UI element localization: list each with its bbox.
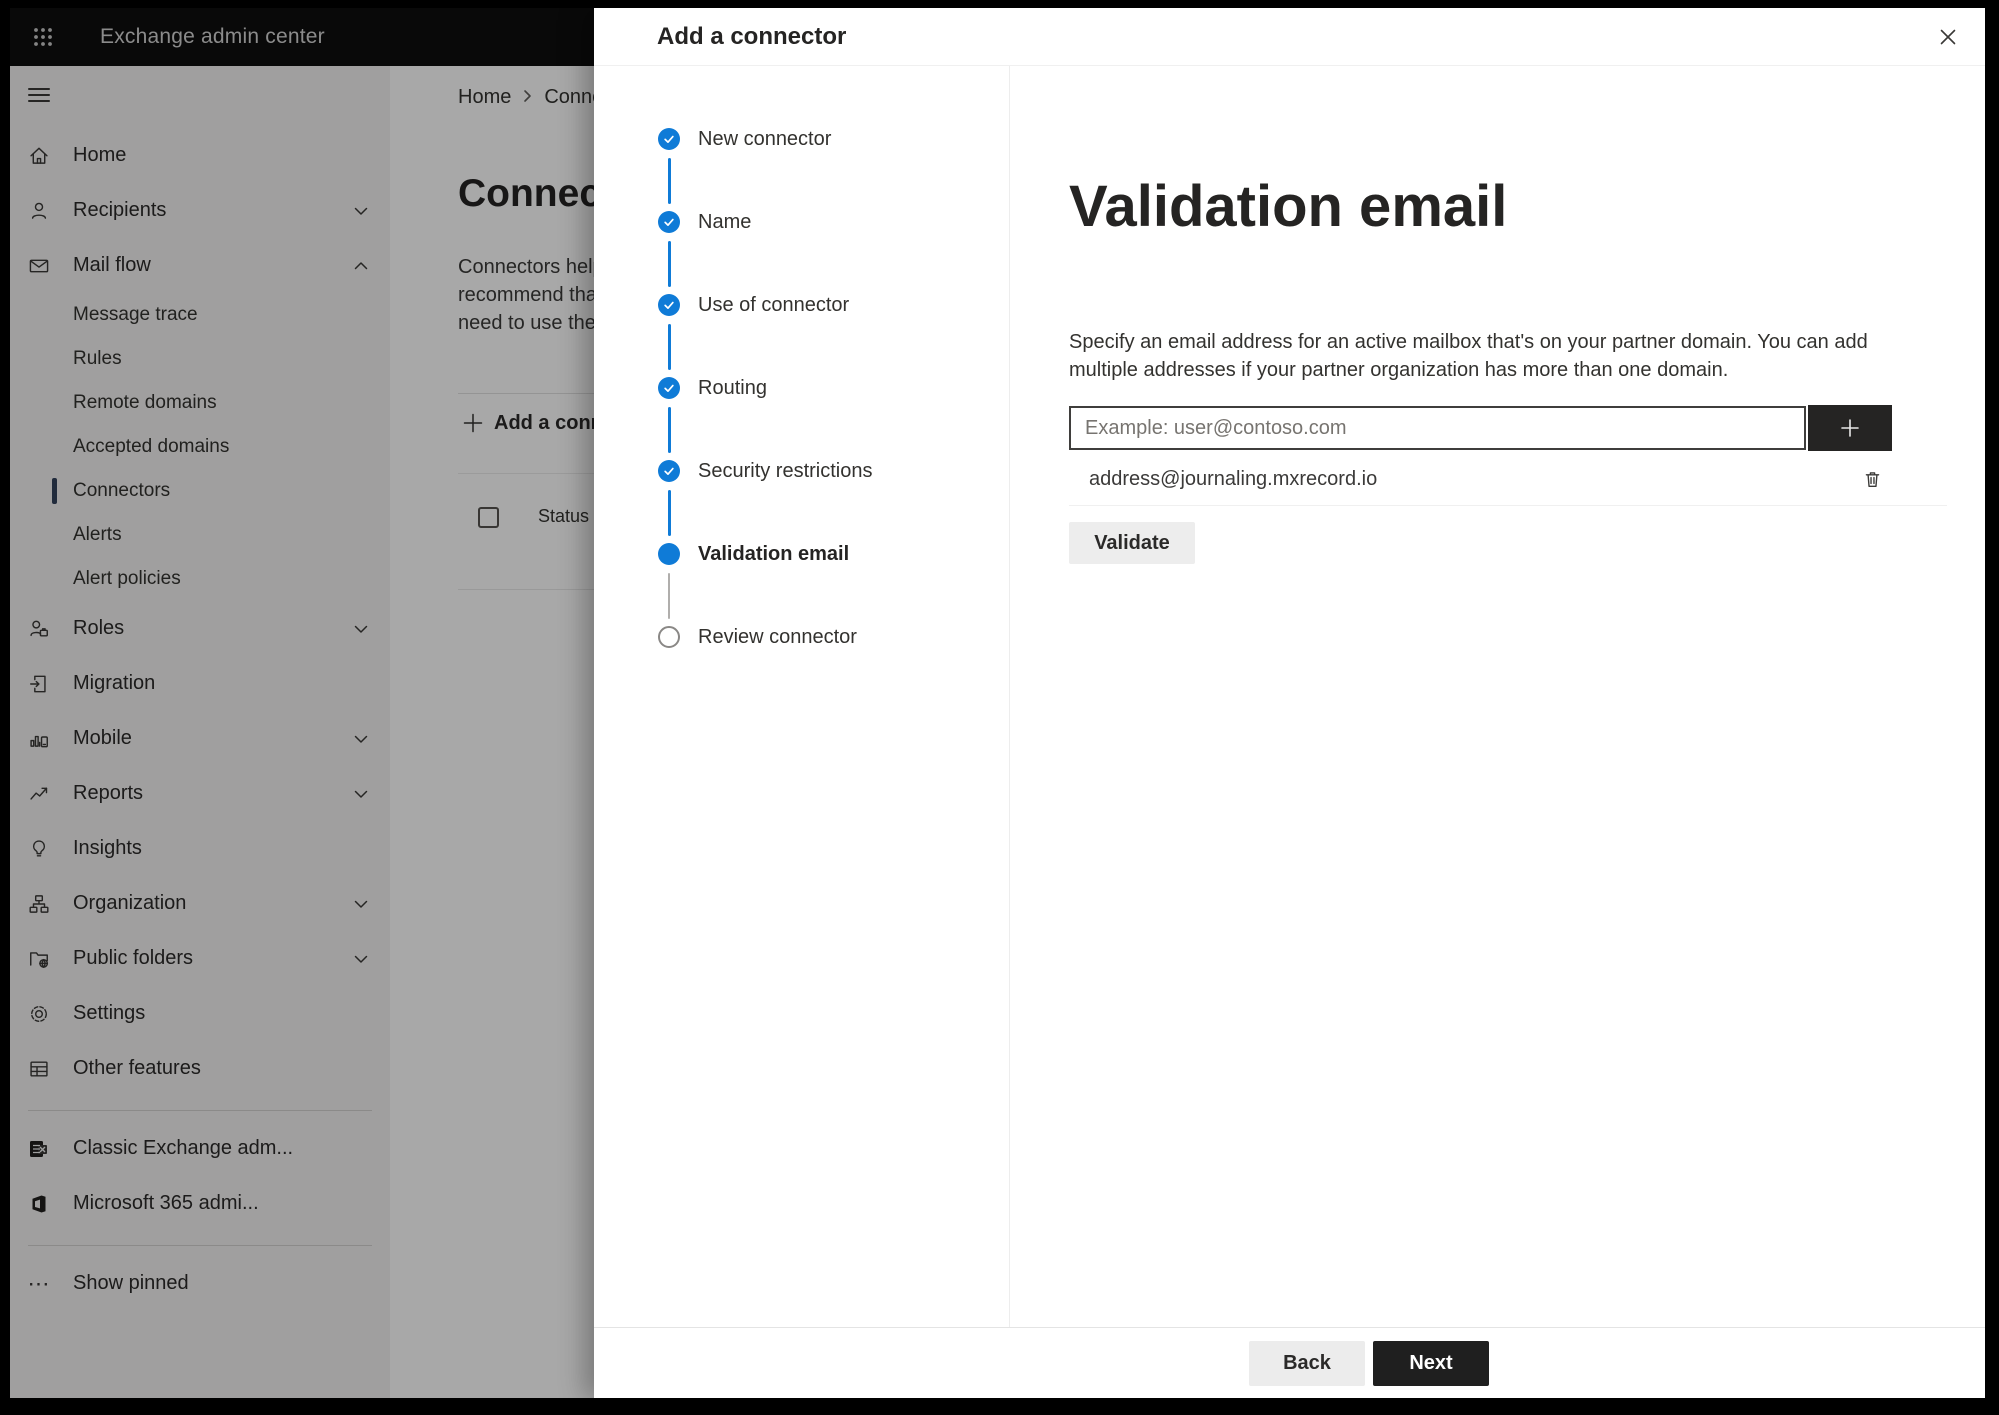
step-label: Review connector [698, 626, 857, 648]
wizard-step-use-of-connector[interactable]: Use of connector [658, 294, 1009, 377]
added-address-row: address@journaling.mxrecord.io [1069, 453, 1947, 506]
step-label: Security restrictions [698, 460, 873, 482]
wizard-step-review-connector[interactable]: Review connector [658, 626, 1009, 709]
step-completed-icon [658, 377, 680, 399]
add-connector-panel: Add a connector New connector Name Use o… [594, 8, 1985, 1398]
step-label: Routing [698, 377, 767, 399]
next-button[interactable]: Next [1373, 1340, 1489, 1386]
validate-button[interactable]: Validate [1069, 522, 1195, 564]
wizard-step-security-restrictions[interactable]: Security restrictions [658, 460, 1009, 543]
step-label: Use of connector [698, 294, 850, 316]
wizard-step-name[interactable]: Name [658, 211, 1009, 294]
panel-header: Add a connector [594, 8, 1985, 66]
panel-footer: Back Next [594, 1327, 1985, 1398]
step-description-line: multiple addresses if your partner organ… [1069, 359, 1729, 381]
step-completed-icon [658, 211, 680, 233]
panel-title: Add a connector [657, 22, 847, 50]
validation-email-input[interactable] [1069, 406, 1806, 450]
validation-email-step-content: Validation email Specify an email addres… [1010, 66, 1985, 1327]
delete-address-icon[interactable] [1857, 464, 1887, 494]
step-connector-line [667, 490, 671, 536]
step-connector-line [668, 573, 670, 619]
panel-body: New connector Name Use of connector Rout… [594, 66, 1985, 1327]
step-label: New connector [698, 128, 832, 150]
step-description-line: Specify an email address for an active m… [1069, 331, 1868, 353]
add-email-button[interactable] [1808, 405, 1892, 451]
email-input-row [1069, 405, 1947, 451]
plus-icon [1841, 419, 1859, 437]
added-address-text: address@journaling.mxrecord.io [1089, 467, 1378, 490]
step-connector-line [667, 324, 671, 370]
step-connector-line [667, 407, 671, 453]
app-window: Exchange admin center Home Recipients Ma… [10, 8, 1985, 1398]
close-icon[interactable] [1933, 22, 1963, 52]
step-completed-icon [658, 294, 680, 316]
step-label: Validation email [698, 543, 850, 565]
step-description: Specify an email address for an active m… [1069, 328, 1947, 384]
wizard-step-routing[interactable]: Routing [658, 377, 1009, 460]
wizard-steps: New connector Name Use of connector Rout… [594, 66, 1010, 1327]
back-button[interactable]: Back [1249, 1340, 1365, 1386]
screenshot-root: { "topbar": { "app_title": "Exchange adm… [0, 0, 1999, 1415]
wizard-step-new-connector[interactable]: New connector [658, 128, 1009, 211]
step-label: Name [698, 211, 752, 233]
step-heading: Validation email [1069, 174, 1508, 239]
step-upcoming-icon [658, 626, 680, 648]
step-connector-line [667, 241, 671, 287]
step-completed-icon [658, 128, 680, 150]
step-connector-line [667, 158, 671, 204]
step-completed-icon [658, 460, 680, 482]
step-current-icon [658, 543, 680, 565]
wizard-step-validation-email[interactable]: Validation email [658, 543, 1009, 626]
